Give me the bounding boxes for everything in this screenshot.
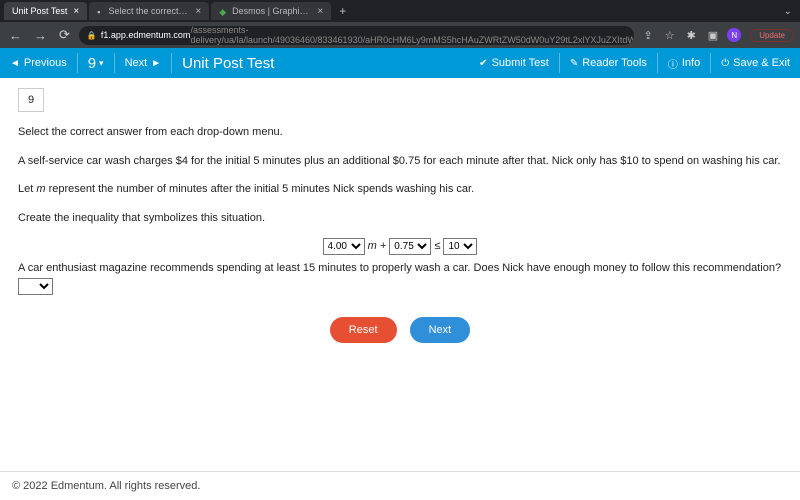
app-toolbar: ◄ Previous 9 ▾ Next ► Unit Post Test ✔ S… bbox=[0, 48, 800, 78]
close-icon[interactable]: × bbox=[195, 6, 201, 17]
previous-label: Previous bbox=[24, 57, 67, 69]
browser-tab-0[interactable]: Unit Post Test × bbox=[4, 2, 87, 20]
m-plus-text: m + bbox=[368, 240, 390, 252]
url-path: /assessments-delivery/ua/la/launch/49036… bbox=[190, 26, 634, 45]
info-label: Info bbox=[682, 57, 700, 69]
new-tab-button[interactable]: + bbox=[333, 4, 352, 18]
reader-label: Reader Tools bbox=[582, 57, 647, 69]
wrench-icon: ✎ bbox=[570, 58, 578, 69]
recommendation-select[interactable] bbox=[18, 278, 53, 295]
url-input[interactable]: 🔒 f1.app.edmentum.com /assessments-deliv… bbox=[79, 26, 635, 45]
chevron-down-icon: ▾ bbox=[99, 58, 104, 69]
variable-m: m bbox=[36, 183, 45, 195]
coefficient-b-select[interactable]: 0.75 bbox=[389, 238, 431, 255]
back-button[interactable]: ← bbox=[6, 28, 25, 43]
browser-tab-2[interactable]: ◆ Desmos | Graphing Calculator × bbox=[211, 2, 331, 20]
info-icon: ⓘ bbox=[668, 56, 678, 71]
le-text: ≤ bbox=[434, 240, 443, 252]
tab-title: Unit Post Test bbox=[12, 6, 67, 16]
next-label: Next bbox=[125, 57, 148, 69]
browser-tab-1[interactable]: ▪ Select the correct answer from × bbox=[89, 2, 209, 20]
next-button[interactable]: Next ► bbox=[115, 48, 172, 78]
submit-test-button[interactable]: ✔ Submit Test bbox=[469, 48, 559, 78]
star-icon[interactable]: ☆ bbox=[662, 29, 678, 42]
close-icon[interactable]: × bbox=[73, 6, 79, 17]
question-number: 9 bbox=[88, 55, 96, 72]
tab-title: Select the correct answer from bbox=[109, 6, 190, 16]
rhs-select[interactable]: 10 bbox=[443, 238, 477, 255]
lock-icon: 🔒 bbox=[87, 31, 97, 40]
tab-favicon: ◆ bbox=[219, 7, 226, 15]
update-button[interactable]: Update bbox=[750, 29, 794, 42]
avatar[interactable]: N bbox=[727, 28, 741, 42]
close-icon[interactable]: × bbox=[317, 6, 323, 17]
question-badge: 9 bbox=[18, 88, 44, 112]
tab-title: Desmos | Graphing Calculator bbox=[232, 6, 311, 16]
reload-button[interactable]: ⟳ bbox=[56, 27, 73, 43]
instruction-text: Select the correct answer from each drop… bbox=[18, 124, 782, 142]
forward-button[interactable]: → bbox=[31, 28, 50, 43]
chevron-down-icon[interactable]: ⌄ bbox=[780, 6, 796, 17]
info-button[interactable]: ⓘ Info bbox=[658, 48, 710, 78]
question-number-dropdown[interactable]: 9 ▾ bbox=[78, 48, 114, 78]
url-domain: f1.app.edmentum.com bbox=[101, 30, 191, 40]
power-icon: ⏻ bbox=[721, 58, 729, 69]
share-icon[interactable]: ⇪ bbox=[640, 29, 655, 42]
question-content: 9 Select the correct answer from each dr… bbox=[0, 78, 800, 353]
extensions-icon[interactable]: ✱ bbox=[684, 29, 699, 42]
previous-button[interactable]: ◄ Previous bbox=[0, 48, 77, 78]
reader-tools-button[interactable]: ✎ Reader Tools bbox=[560, 48, 657, 78]
save-exit-button[interactable]: ⏻ Save & Exit bbox=[711, 48, 800, 78]
next-question-button[interactable]: Next bbox=[410, 317, 471, 343]
save-exit-label: Save & Exit bbox=[733, 57, 790, 69]
variable-definition: Let m represent the number of minutes af… bbox=[18, 181, 782, 199]
problem-text: A self-service car wash charges $4 for t… bbox=[18, 153, 782, 171]
followup-text: A car enthusiast magazine recommends spe… bbox=[18, 260, 782, 295]
reset-button[interactable]: Reset bbox=[330, 317, 397, 343]
page-title: Unit Post Test bbox=[172, 55, 274, 72]
inequality-row: 4.00 m + 0.75 ≤ 10 bbox=[18, 238, 782, 256]
chevron-left-icon: ◄ bbox=[10, 58, 20, 69]
submit-label: Submit Test bbox=[492, 57, 549, 69]
coefficient-a-select[interactable]: 4.00 bbox=[323, 238, 365, 255]
footer: © 2022 Edmentum. All rights reserved. bbox=[0, 471, 800, 500]
check-icon: ✔ bbox=[479, 58, 487, 69]
chevron-right-icon: ► bbox=[151, 58, 161, 69]
tab-favicon: ▪ bbox=[97, 7, 102, 15]
tab-strip: Unit Post Test × ▪ Select the correct an… bbox=[0, 0, 800, 22]
panel-icon[interactable]: ▣ bbox=[705, 29, 721, 42]
create-inequality-prompt: Create the inequality that symbolizes th… bbox=[18, 210, 782, 228]
address-bar: ← → ⟳ 🔒 f1.app.edmentum.com /assessments… bbox=[0, 22, 800, 48]
